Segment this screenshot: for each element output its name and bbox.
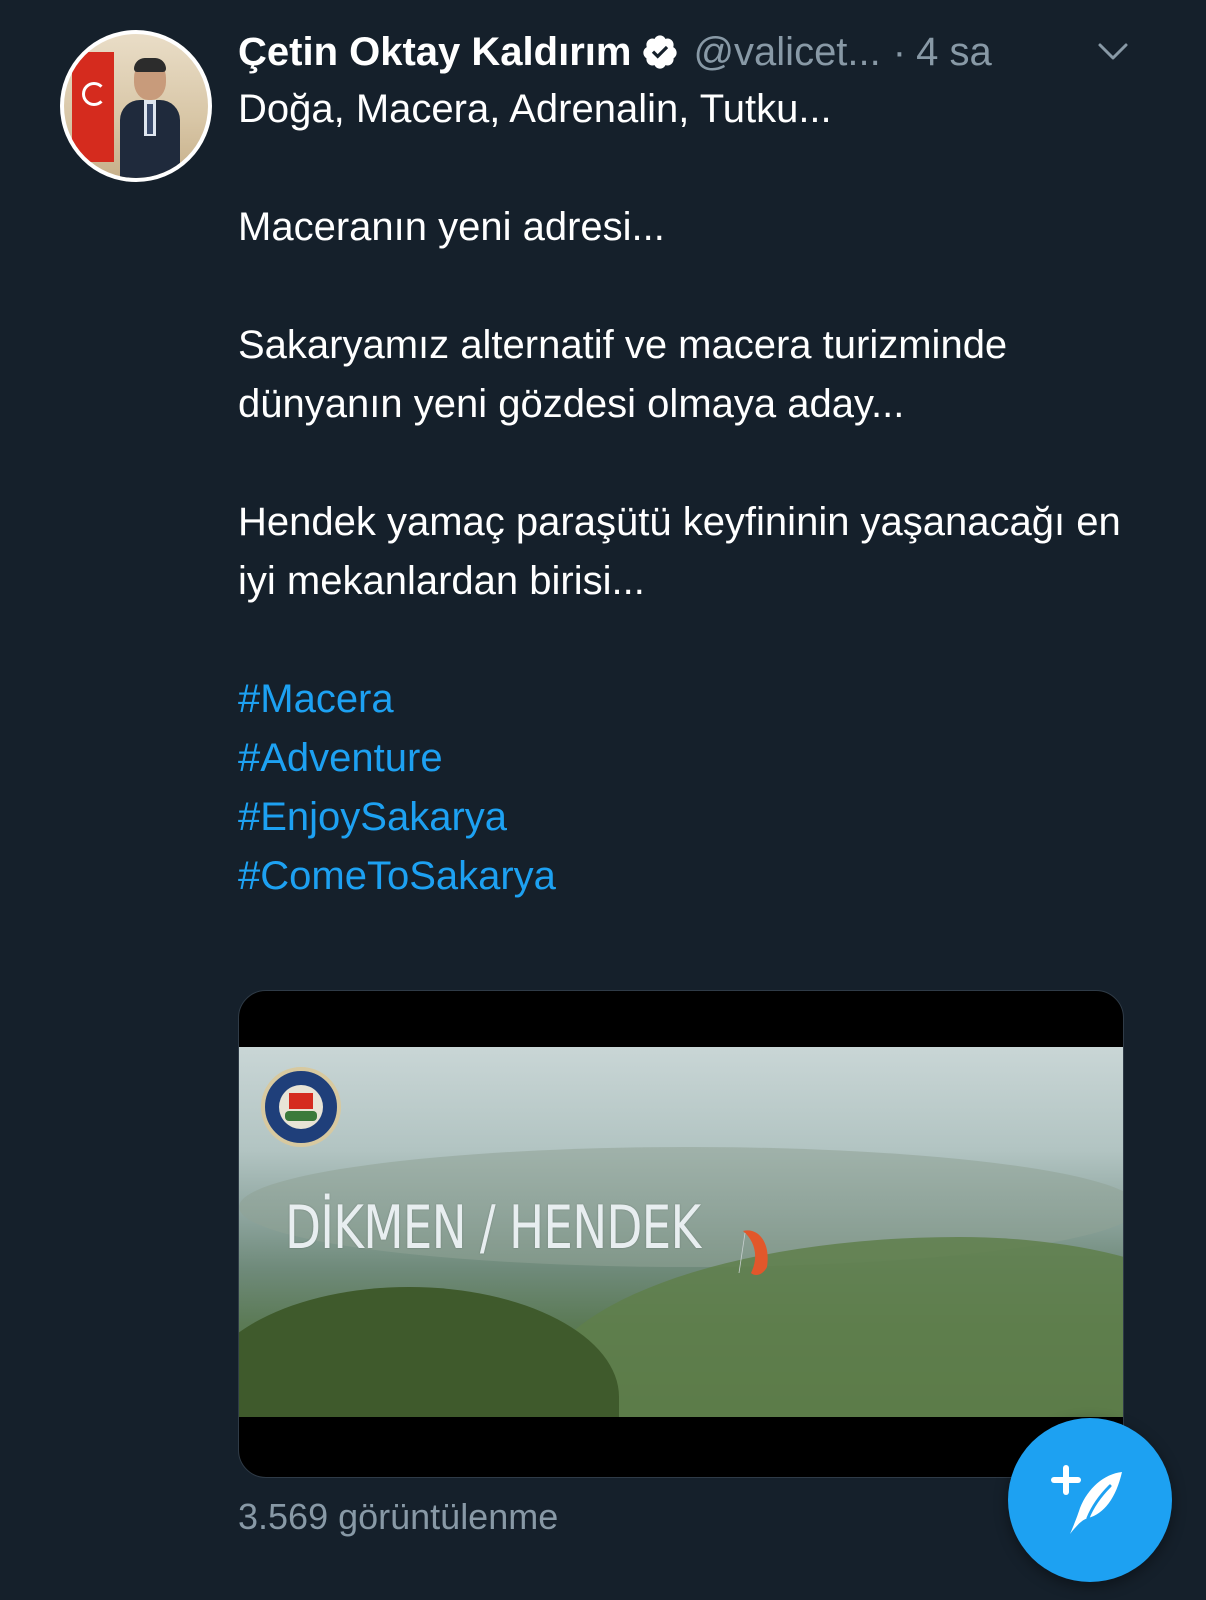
- hashtag-list: #Macera #Adventure #EnjoySakarya #ComeTo…: [238, 670, 1138, 906]
- hashtag-link[interactable]: #Macera: [238, 670, 1138, 729]
- municipality-seal-image: [261, 1067, 341, 1147]
- hashtag-link[interactable]: #EnjoySakarya: [238, 788, 1138, 847]
- hashtag-link[interactable]: #ComeToSakarya: [238, 847, 1138, 906]
- compose-tweet-button[interactable]: [1008, 1418, 1172, 1582]
- avatar[interactable]: [60, 30, 212, 182]
- tweet[interactable]: Çetin Oktay Kaldırım @valicet... · 4 sa …: [0, 0, 1206, 1600]
- hashtag-link[interactable]: #Adventure: [238, 729, 1138, 788]
- tweet-timestamp[interactable]: 4 sa: [916, 30, 992, 75]
- tweet-paragraph: Doğa, Macera, Adrenalin, Tutku...: [238, 87, 832, 131]
- compose-tweet-icon: [1051, 1465, 1122, 1534]
- person-image: [120, 58, 180, 178]
- video-thumbnail: DİKMEN / HENDEK: [239, 1047, 1123, 1417]
- tweet-paragraph: Hendek yamaç paraşütü keyfininin yaşanac…: [238, 500, 1121, 603]
- avatar-photo: [64, 34, 208, 178]
- chevron-down-icon[interactable]: [1096, 34, 1130, 68]
- verified-badge-icon: [641, 33, 679, 71]
- video-overlay-title: DİKMEN / HENDEK: [285, 1193, 701, 1263]
- author-name[interactable]: Çetin Oktay Kaldırım: [238, 30, 631, 75]
- separator-dot: ·: [892, 29, 907, 74]
- paraglider-image: [737, 1227, 773, 1279]
- tweet-paragraph: Sakaryamız alternatif ve macera turizmin…: [238, 323, 1008, 426]
- tweet-header: Çetin Oktay Kaldırım @valicet... · 4 sa: [238, 24, 1138, 80]
- view-count: 3.569 görüntülenme: [238, 1496, 559, 1537]
- flag-image: [72, 52, 114, 162]
- tweet-paragraph: Maceranın yeni adresi...: [238, 205, 665, 249]
- author-handle[interactable]: @valicet...: [693, 30, 880, 75]
- video-player[interactable]: DİKMEN / HENDEK: [238, 990, 1124, 1478]
- tweet-text: Doğa, Macera, Adrenalin, Tutku... Macera…: [238, 80, 1138, 906]
